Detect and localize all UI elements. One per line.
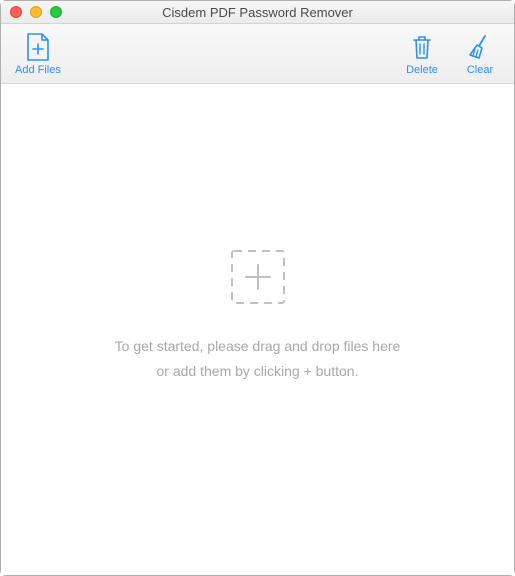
add-files-button[interactable]: Add Files — [15, 32, 61, 76]
delete-button[interactable]: Delete — [402, 32, 442, 76]
trash-icon — [410, 32, 434, 62]
drop-zone-line2: or add them by clicking + button. — [115, 359, 401, 384]
traffic-lights — [1, 6, 62, 18]
maximize-window-button[interactable] — [50, 6, 62, 18]
window-title: Cisdem PDF Password Remover — [1, 5, 514, 20]
minimize-window-button[interactable] — [30, 6, 42, 18]
clear-button[interactable]: Clear — [460, 32, 500, 76]
drop-placeholder-icon — [226, 245, 290, 314]
delete-label: Delete — [406, 64, 438, 76]
drop-zone-line1: To get started, please drag and drop fil… — [115, 334, 401, 359]
drop-zone[interactable]: To get started, please drag and drop fil… — [1, 84, 514, 575]
add-files-icon — [25, 32, 51, 62]
clear-label: Clear — [467, 64, 493, 76]
close-window-button[interactable] — [10, 6, 22, 18]
add-files-label: Add Files — [15, 64, 61, 76]
toolbar: Add Files Delete Clear — [1, 24, 514, 84]
broom-icon — [467, 32, 493, 62]
titlebar: Cisdem PDF Password Remover — [1, 1, 514, 24]
drop-zone-text: To get started, please drag and drop fil… — [115, 334, 401, 384]
